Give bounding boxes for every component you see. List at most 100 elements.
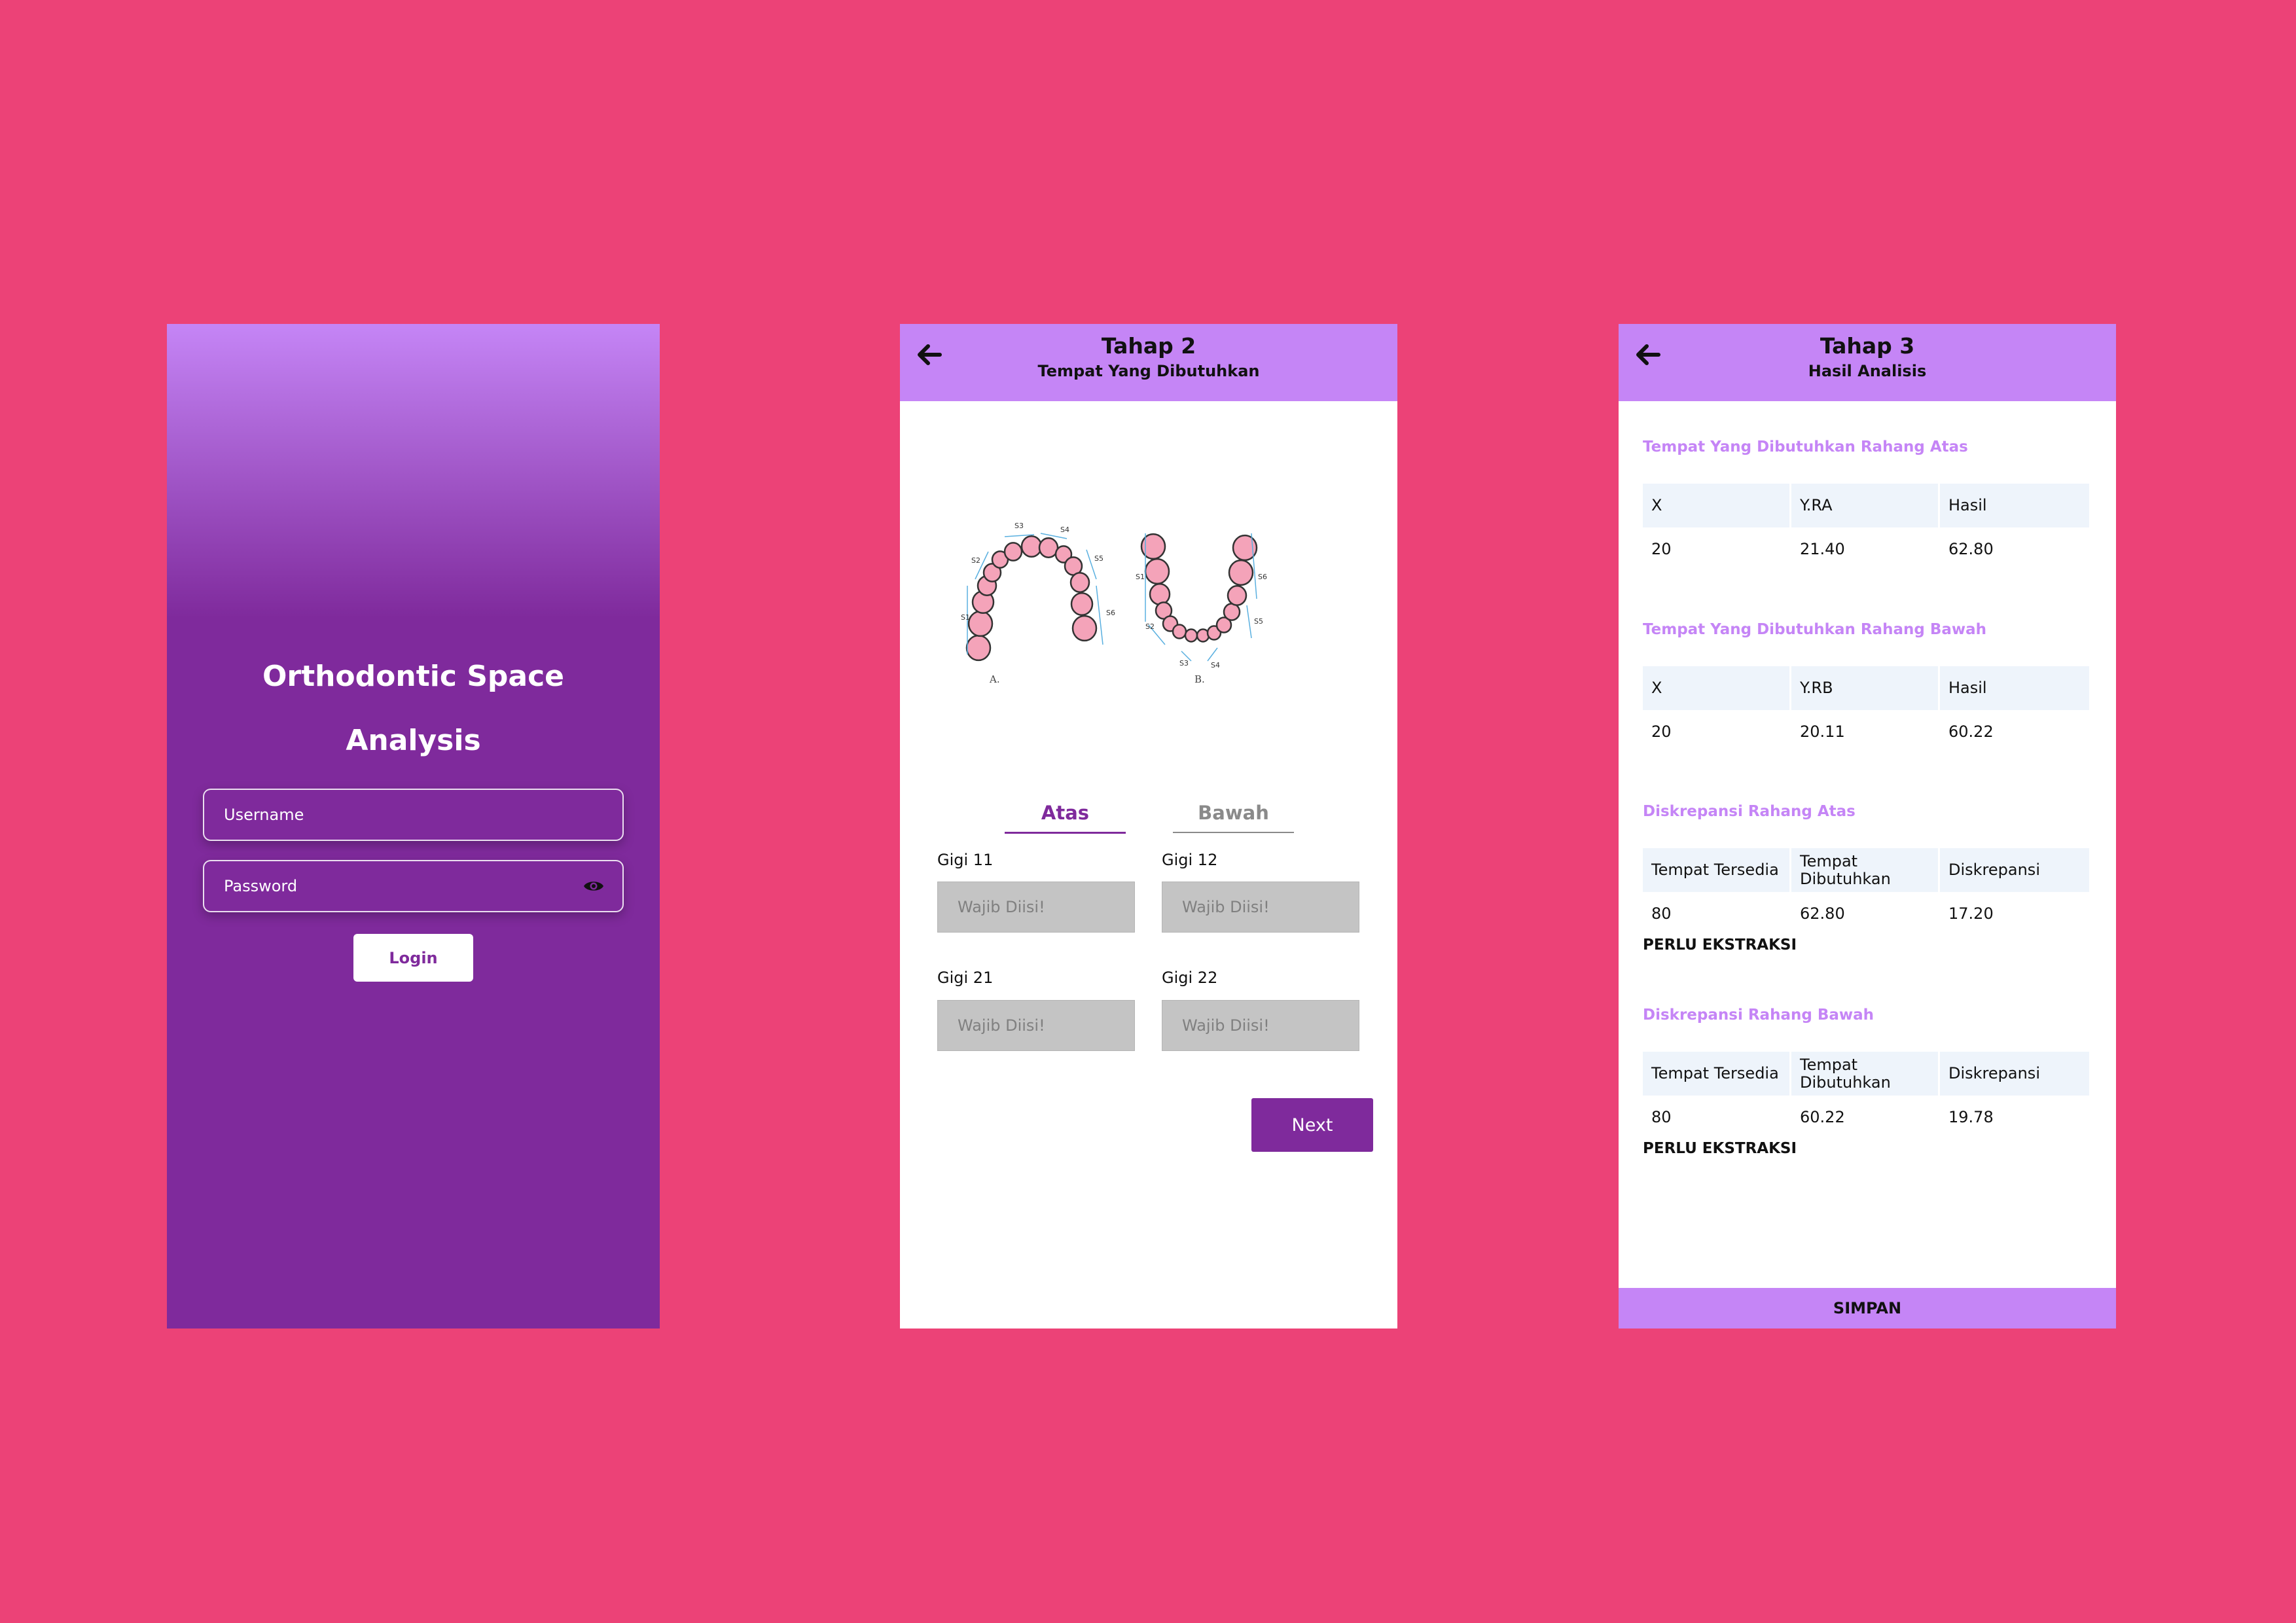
measurement-line (1096, 585, 1103, 645)
lower-arch-illustration: S1 S2 S3 S4 S5 S6 (1136, 533, 1267, 669)
table-header-cell: Tempat Dibutuhkan (1791, 1052, 1940, 1096)
section-title-diskrepansi-atas: Diskrepansi Rahang Atas (1643, 803, 1856, 820)
table-rahang-bawah: X Y.RB Hasil 20 20.11 60.22 (1643, 666, 2089, 754)
table-header-row: Tempat Tersedia Tempat Dibutuhkan Diskre… (1643, 848, 2089, 892)
tab-atas[interactable]: Atas (1005, 802, 1126, 834)
gigi-21-placeholder: Wajib Diisi! (958, 1016, 1045, 1035)
gigi-22-placeholder: Wajib Diisi! (1182, 1016, 1270, 1035)
caption-a: A. (989, 673, 1000, 685)
next-button[interactable]: Next (1251, 1098, 1373, 1152)
measurement-label: S6 (1106, 609, 1115, 617)
page-subtitle: Hasil Analisis (1808, 362, 1927, 380)
header: Tahap 2 Tempat Yang Dibutuhkan (900, 324, 1397, 401)
tooth-shape (965, 634, 992, 662)
table-header-cell: Hasil (1948, 679, 1987, 697)
gigi-11-placeholder: Wajib Diisi! (958, 898, 1045, 916)
password-placeholder: Password (224, 877, 298, 895)
tooth-shape (1184, 628, 1198, 643)
measurement-label: S5 (1254, 617, 1263, 626)
page-title: Tahap 3 (1820, 333, 1915, 359)
header: Tahap 3 Hasil Analisis (1619, 324, 2116, 401)
eye-icon[interactable] (583, 878, 604, 898)
gigi-11-input[interactable]: Wajib Diisi! (937, 882, 1135, 933)
tooth-shape (1144, 558, 1170, 585)
tooth-shape (1172, 624, 1187, 639)
table-cell: 20 (1643, 710, 1791, 754)
field-label-gigi-21: Gigi 21 (937, 969, 994, 987)
table-cell: 60.22 (1948, 722, 1994, 741)
field-label-gigi-11: Gigi 11 (937, 851, 994, 869)
tab-bawah[interactable]: Bawah (1173, 802, 1294, 833)
measurement-line (1207, 647, 1218, 662)
tooth-shape (1149, 583, 1171, 605)
measurement-label: S5 (1094, 554, 1103, 563)
table-cell: 20.11 (1791, 710, 1940, 754)
section-title-diskrepansi-bawah: Diskrepansi Rahang Bawah (1643, 1007, 1874, 1024)
table-header-cell: X (1643, 484, 1791, 527)
tooth-shape (1071, 615, 1098, 642)
section-title-rahang-atas: Tempat Yang Dibutuhkan Rahang Atas (1643, 438, 1968, 455)
table-row: 80 60.22 19.78 (1643, 1096, 2089, 1139)
measurement-label: S3 (1014, 522, 1024, 530)
table-cell: 19.78 (1948, 1108, 1994, 1126)
login-button[interactable]: Login (353, 934, 473, 982)
table-cell: 62.80 (1791, 892, 1940, 936)
table-diskrepansi-atas: Tempat Tersedia Tempat Dibutuhkan Diskre… (1643, 848, 2089, 936)
field-label-gigi-22: Gigi 22 (1162, 969, 1218, 987)
upper-arch-illustration: S1 S2 S3 S4 S5 S6 (961, 522, 1115, 662)
tooth-shape (1228, 559, 1254, 586)
measurement-line (1246, 605, 1252, 639)
username-input[interactable]: Username (203, 789, 624, 841)
tooth-shape (1020, 535, 1043, 558)
table-row: 20 20.11 60.22 (1643, 710, 2089, 754)
table-row: 20 21.40 62.80 (1643, 527, 2089, 571)
tooth-shape (967, 610, 994, 637)
gigi-21-input[interactable]: Wajib Diisi! (937, 1000, 1135, 1051)
table-header-cell: Tempat Dibutuhkan (1791, 848, 1940, 892)
password-input[interactable]: Password (203, 860, 624, 912)
username-placeholder: Username (224, 806, 304, 824)
tooth-shape (1070, 592, 1094, 616)
table-cell: 60.22 (1791, 1096, 1940, 1139)
table-row: 80 62.80 17.20 (1643, 892, 2089, 936)
caption-b: B. (1194, 673, 1205, 685)
tooth-shape (1003, 542, 1023, 562)
tooth-shape (1069, 572, 1090, 593)
table-header-cell: Tempat Tersedia (1643, 1052, 1791, 1096)
table-cell: 21.40 (1791, 527, 1940, 571)
table-header-cell: Y.RB (1791, 666, 1940, 710)
measurement-label: S3 (1179, 659, 1189, 668)
table-header-row: X Y.RA Hasil (1643, 484, 2089, 527)
table-header-cell: Diskrepansi (1948, 1064, 2040, 1082)
app-title-line1: Orthodontic Space (262, 660, 565, 693)
section-title-rahang-bawah: Tempat Yang Dibutuhkan Rahang Bawah (1643, 621, 1987, 638)
gigi-12-placeholder: Wajib Diisi! (1182, 898, 1270, 916)
gigi-22-input[interactable]: Wajib Diisi! (1162, 1000, 1359, 1051)
app-title: Orthodontic Space Analysis (167, 645, 660, 773)
simpan-button[interactable]: SIMPAN (1619, 1288, 2116, 1329)
tooth-shape (1227, 585, 1247, 606)
login-screen: Orthodontic Space Analysis Username Pass… (167, 324, 660, 1329)
measurement-label: S1 (961, 613, 970, 622)
measurement-line (1040, 533, 1067, 539)
measurement-label: S2 (971, 556, 980, 565)
measurement-label: S6 (1258, 573, 1267, 581)
status-note: PERLU EKSTRAKSI (1643, 1140, 1797, 1157)
table-cell: 62.80 (1948, 540, 1994, 558)
page-title: Tahap 2 (1101, 333, 1196, 359)
table-header-row: X Y.RB Hasil (1643, 666, 2089, 710)
table-header-cell: Y.RA (1791, 484, 1940, 527)
status-note: PERLU EKSTRAKSI (1643, 936, 1797, 954)
tahap3-screen: Tahap 3 Hasil Analisis Tempat Yang Dibut… (1619, 324, 2116, 1329)
table-header-cell: Diskrepansi (1948, 861, 2040, 879)
dental-arch-diagram: S1 S2 S3 S4 S5 S6 S1 S2 S3 S4 S5 S6 A. B. (961, 522, 1267, 685)
table-cell: 17.20 (1948, 904, 1994, 923)
measurement-label: S4 (1060, 526, 1069, 534)
measurement-label: S2 (1145, 622, 1155, 631)
table-header-row: Tempat Tersedia Tempat Dibutuhkan Diskre… (1643, 1052, 2089, 1096)
tahap2-screen: Tahap 2 Tempat Yang Dibutuhkan S1 S2 S3 S4 S… (900, 324, 1397, 1329)
table-header-cell: Tempat Tersedia (1643, 848, 1791, 892)
table-diskrepansi-bawah: Tempat Tersedia Tempat Dibutuhkan Diskre… (1643, 1052, 2089, 1139)
table-header-cell: X (1643, 666, 1791, 710)
gigi-12-input[interactable]: Wajib Diisi! (1162, 882, 1359, 933)
